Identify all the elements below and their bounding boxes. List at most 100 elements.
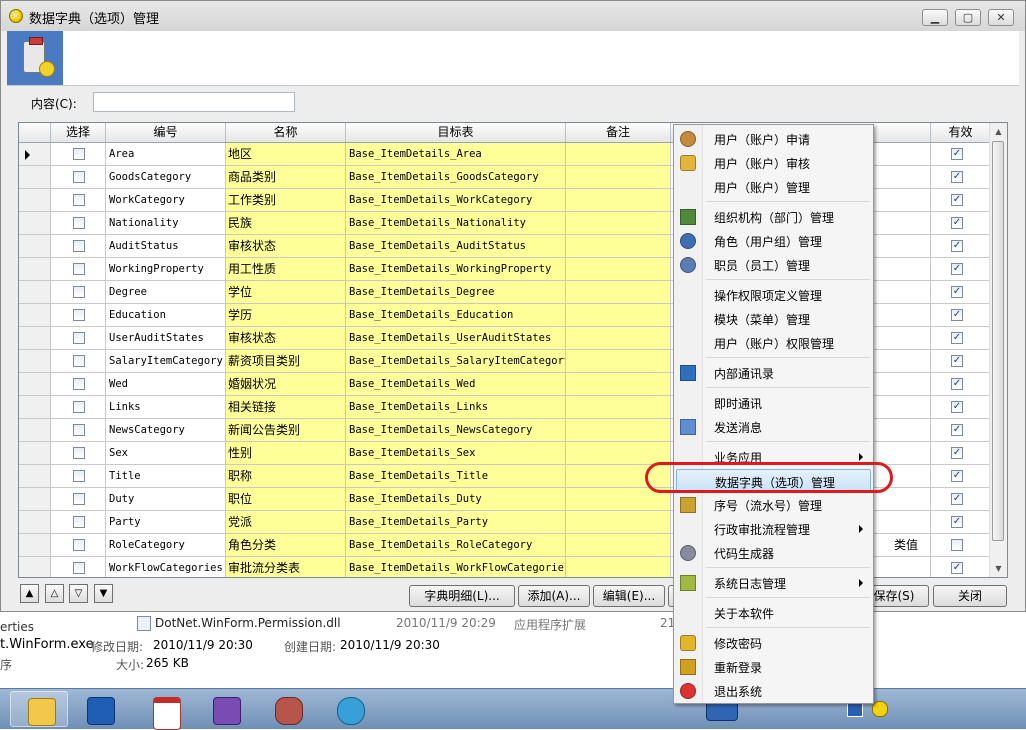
move-up-button[interactable]: △ [45,584,64,603]
menu-item[interactable]: 用户（账户）管理 [676,175,871,199]
remark-cell[interactable] [566,166,671,189]
select-checkbox[interactable] [72,286,85,298]
select-checkbox[interactable] [72,470,85,482]
code-cell[interactable]: Title [106,465,226,488]
valid-checkbox-checked[interactable]: ✓ [951,470,963,482]
column-header[interactable]: 备注 [566,123,671,142]
name-cell[interactable]: 审核状态 [226,235,346,258]
valid-checkbox-checked[interactable]: ✓ [951,194,963,206]
taskbar-explorer[interactable] [10,691,68,727]
name-cell[interactable]: 性别 [226,442,346,465]
code-cell[interactable]: UserAuditStates [106,327,226,350]
valid-cell[interactable] [931,534,991,557]
menu-item[interactable]: 角色（用户组）管理 [676,229,871,253]
name-cell[interactable]: 审核状态 [226,327,346,350]
valid-checkbox-checked[interactable]: ✓ [951,355,963,367]
valid-checkbox-checked[interactable]: ✓ [951,332,963,344]
target-table-cell[interactable]: Base_ItemDetails_Sex [346,442,566,465]
select-cell[interactable] [51,534,106,557]
name-cell[interactable]: 审批流分类表 [226,557,346,577]
move-bottom-button[interactable]: ▼ [94,584,113,603]
menu-item[interactable]: 组织机构（部门）管理 [676,205,871,229]
select-cell[interactable] [51,396,106,419]
menu-item[interactable]: 退出系统 [676,679,871,703]
code-cell[interactable]: WorkCategory [106,189,226,212]
maximize-button[interactable]: ▢ [955,9,981,26]
vertical-scrollbar[interactable]: ▲ ▼ [989,123,1007,577]
select-cell[interactable] [51,557,106,577]
select-cell[interactable] [51,488,106,511]
code-cell[interactable]: Degree [106,281,226,304]
valid-checkbox-checked[interactable]: ✓ [951,447,963,459]
content-input[interactable] [93,92,295,112]
dll-file-name[interactable]: DotNet.WinForm.Permission.dll [155,616,341,630]
menu-item[interactable]: 内部通讯录 [676,361,871,385]
select-checkbox[interactable] [72,424,85,436]
valid-cell[interactable]: ✓ [931,166,991,189]
edit-button[interactable]: 编辑(E)... [593,585,665,607]
column-header[interactable]: 选择 [51,123,106,142]
remark-cell[interactable] [566,442,671,465]
code-cell[interactable]: Nationality [106,212,226,235]
menu-item[interactable]: 发送消息 [676,415,871,439]
target-table-cell[interactable]: Base_ItemDetails_UserAuditStates [346,327,566,350]
code-cell[interactable]: Education [106,304,226,327]
taskbar-database[interactable] [258,691,316,727]
menu-item[interactable]: 即时通讯 [676,391,871,415]
target-table-cell[interactable]: Base_ItemDetails_Degree [346,281,566,304]
select-checkbox[interactable] [72,148,85,160]
valid-cell[interactable]: ✓ [931,488,991,511]
code-cell[interactable]: WorkingProperty [106,258,226,281]
valid-checkbox-checked[interactable]: ✓ [951,240,963,252]
target-table-cell[interactable]: Base_ItemDetails_Education [346,304,566,327]
minimize-button[interactable]: ▁ [922,9,948,26]
remark-cell[interactable] [566,396,671,419]
target-table-cell[interactable]: Base_ItemDetails_RoleCategory [346,534,566,557]
remark-cell[interactable] [566,281,671,304]
code-cell[interactable]: NewsCategory [106,419,226,442]
select-cell[interactable] [51,189,106,212]
select-checkbox[interactable] [72,240,85,252]
menu-item[interactable]: 模块（菜单）管理 [676,307,871,331]
name-cell[interactable]: 职称 [226,465,346,488]
valid-cell[interactable]: ✓ [931,143,991,166]
scroll-down-arrow[interactable]: ▼ [990,560,1007,577]
close-dialog-button[interactable]: 关闭 [933,585,1007,607]
select-checkbox[interactable] [72,401,85,413]
name-cell[interactable]: 工作类别 [226,189,346,212]
select-checkbox[interactable] [72,378,85,390]
valid-checkbox-checked[interactable]: ✓ [951,171,963,183]
name-cell[interactable]: 职位 [226,488,346,511]
valid-cell[interactable]: ✓ [931,327,991,350]
code-cell[interactable]: Duty [106,488,226,511]
valid-checkbox[interactable] [951,539,963,551]
menu-item[interactable]: 修改密码 [676,631,871,655]
dictionary-detail-button[interactable]: 字典明细(L)... [409,585,515,607]
menu-item[interactable]: 用户（账户）权限管理 [676,331,871,355]
select-checkbox[interactable] [72,355,85,367]
column-header[interactable]: 有效 [931,123,991,142]
add-button[interactable]: 添加(A)... [518,585,590,607]
select-cell[interactable] [51,419,106,442]
select-checkbox[interactable] [72,539,85,551]
valid-cell[interactable]: ✓ [931,304,991,327]
target-table-cell[interactable]: Base_ItemDetails_GoodsCategory [346,166,566,189]
target-table-cell[interactable]: Base_ItemDetails_Links [346,396,566,419]
select-cell[interactable] [51,511,106,534]
menu-item[interactable]: 重新登录 [676,655,871,679]
remark-cell[interactable] [566,557,671,577]
remark-cell[interactable] [566,235,671,258]
name-cell[interactable]: 学位 [226,281,346,304]
target-table-cell[interactable]: Base_ItemDetails_WorkCategory [346,189,566,212]
column-header[interactable]: 目标表 [346,123,566,142]
menu-item[interactable]: 代码生成器 [676,541,871,565]
valid-cell[interactable]: ✓ [931,258,991,281]
select-checkbox[interactable] [72,562,85,574]
select-cell[interactable] [51,373,106,396]
target-table-cell[interactable]: Base_ItemDetails_SalaryItemCategory [346,350,566,373]
target-table-cell[interactable]: Base_ItemDetails_WorkingProperty [346,258,566,281]
remark-cell[interactable] [566,373,671,396]
name-cell[interactable]: 角色分类 [226,534,346,557]
valid-checkbox-checked[interactable]: ✓ [951,217,963,229]
remark-cell[interactable] [566,327,671,350]
